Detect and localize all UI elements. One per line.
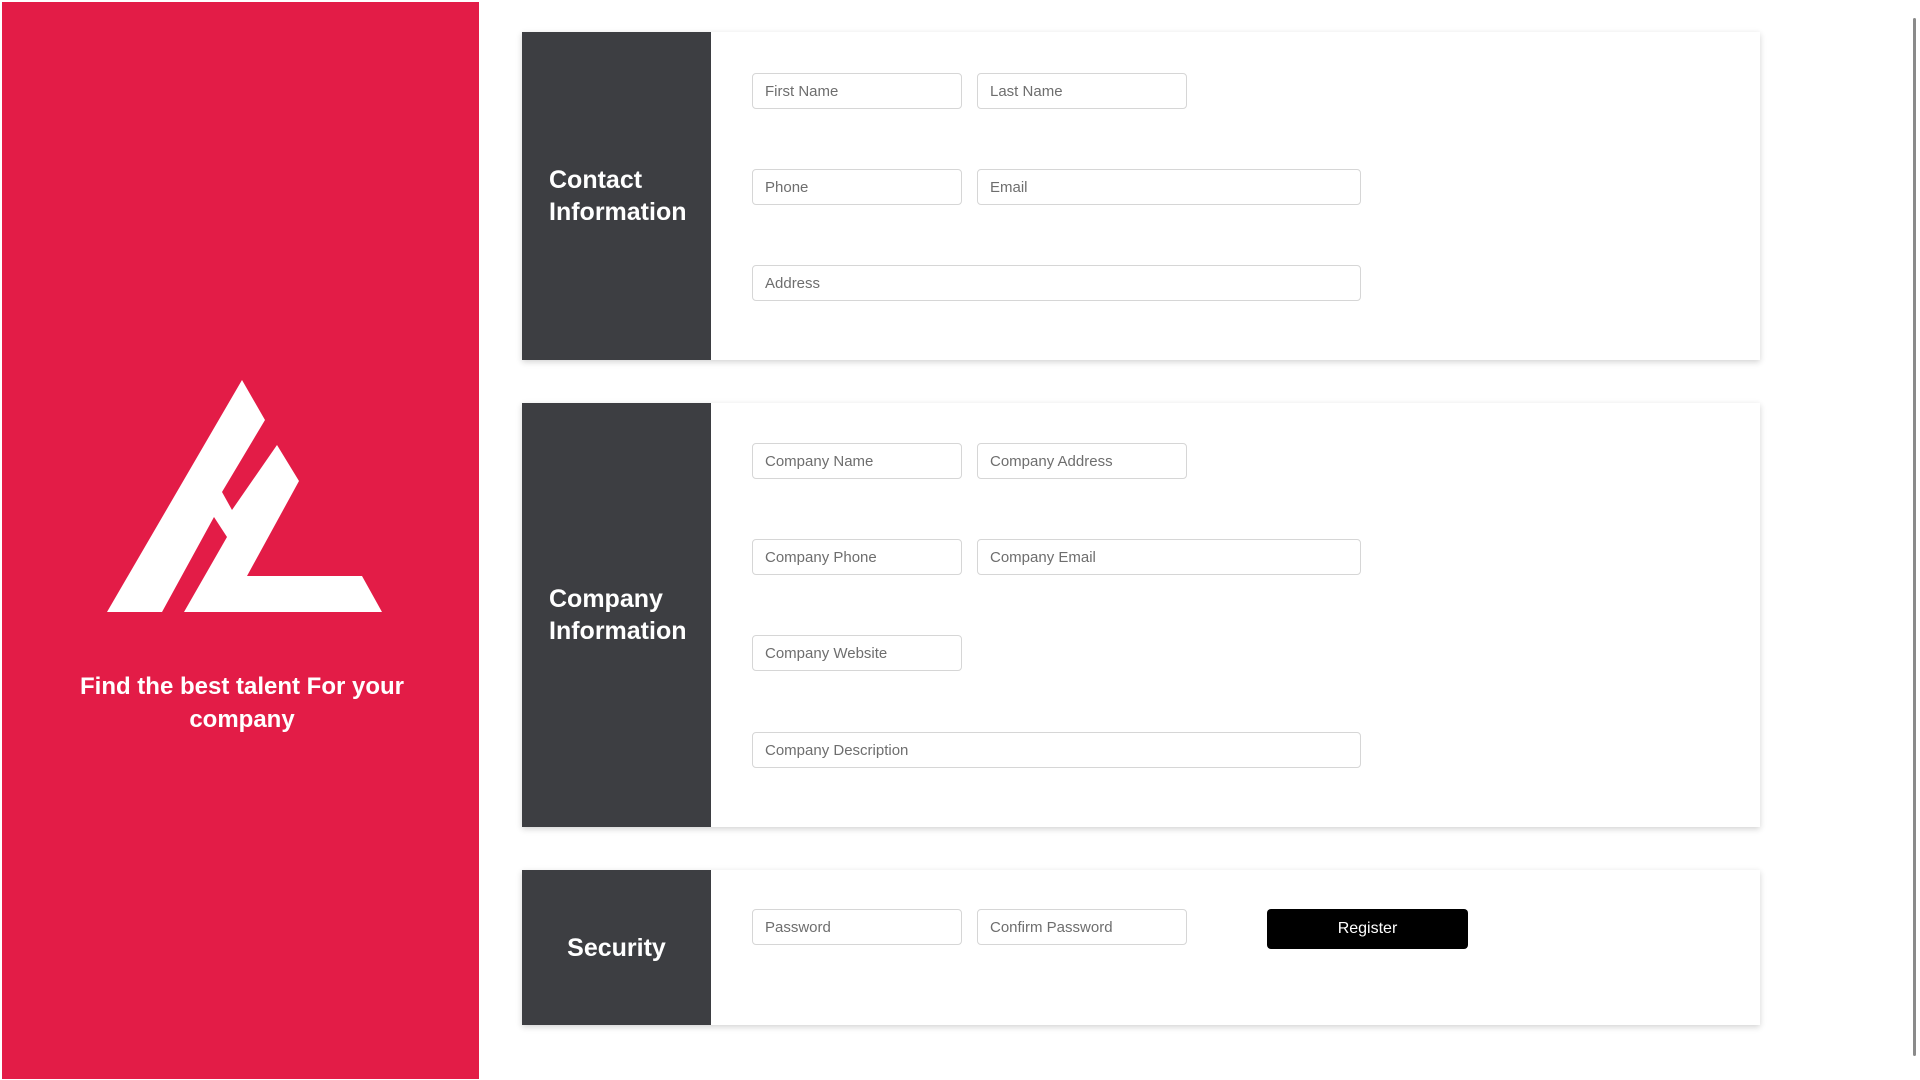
register-page: Find the best talent For your company Co… (0, 0, 1920, 1080)
company-information-card: Company Information (522, 403, 1760, 827)
brand-tagline: Find the best talent For your company (79, 673, 404, 733)
company-name-input[interactable] (752, 443, 962, 479)
register-button[interactable]: Register (1267, 909, 1468, 949)
last-name-input[interactable] (977, 73, 1187, 109)
password-input[interactable] (752, 909, 962, 945)
contact-information-title: Contact Information (522, 32, 711, 360)
first-name-input[interactable] (752, 73, 962, 109)
company-description-input[interactable] (752, 732, 1361, 768)
address-input[interactable] (752, 265, 1361, 301)
company-website-input[interactable] (752, 635, 962, 671)
hl-logo-icon (107, 380, 382, 612)
security-card: Security Register (522, 870, 1760, 1025)
brand-panel: Find the best talent For your company (2, 2, 479, 1079)
confirm-password-input[interactable] (977, 909, 1187, 945)
scrollbar[interactable] (1913, 18, 1916, 1056)
company-phone-input[interactable] (752, 539, 962, 575)
company-email-input[interactable] (977, 539, 1361, 575)
company-information-title: Company Information (522, 403, 711, 827)
contact-information-card: Contact Information (522, 32, 1760, 360)
phone-input[interactable] (752, 169, 962, 205)
email-input[interactable] (977, 169, 1361, 205)
company-address-input[interactable] (977, 443, 1187, 479)
security-title: Security (522, 870, 711, 1025)
